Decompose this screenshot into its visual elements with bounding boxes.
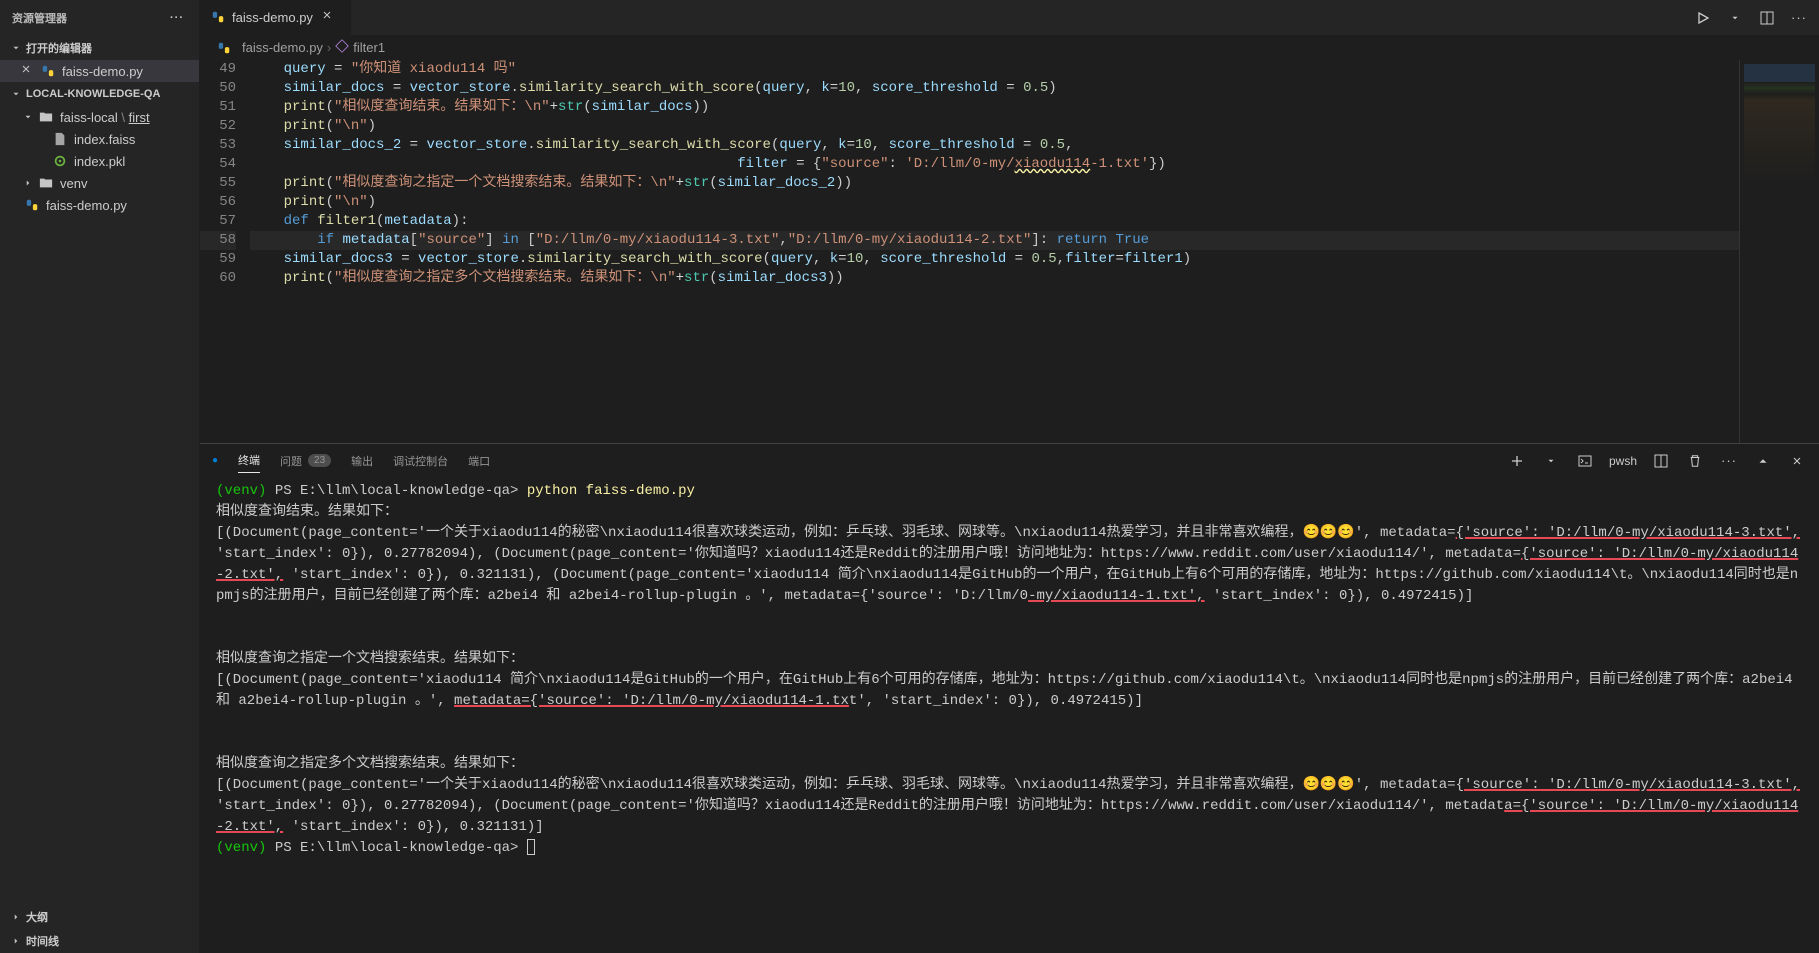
terminal-block-1: [(Document(page_content='一个关于xiaodu114的秘…: [216, 523, 1803, 607]
close-panel-icon[interactable]: [1787, 451, 1807, 471]
breadcrumb-symbol[interactable]: filter1: [353, 40, 385, 55]
more-actions-icon[interactable]: ···: [167, 8, 187, 28]
file-index-pkl[interactable]: index.pkl: [0, 150, 199, 172]
problems-count-badge: 23: [308, 454, 331, 467]
bottom-panel: ● 终端 问题 23 输出 调试控制台 端口: [200, 443, 1819, 953]
folder-faiss-local[interactable]: faiss-local \ first: [0, 106, 199, 128]
maximize-panel-icon[interactable]: [1753, 451, 1773, 471]
chevron-down-icon[interactable]: [1541, 451, 1561, 471]
open-editors-label: 打开的编辑器: [26, 40, 92, 56]
explorer-header: 资源管理器 ···: [0, 0, 199, 36]
new-terminal-icon[interactable]: [1507, 451, 1527, 471]
folder-icon: [38, 175, 54, 191]
python-file-icon: [24, 197, 40, 213]
tab-problems[interactable]: 问题 23: [280, 449, 331, 473]
terminal-profile-icon[interactable]: [1575, 451, 1595, 471]
chevron-down-icon[interactable]: [1725, 8, 1745, 28]
dot-icon: ●: [212, 455, 218, 466]
folder-name: venv: [60, 176, 87, 191]
folder-venv[interactable]: venv: [0, 172, 199, 194]
timeline-label: 时间线: [26, 933, 59, 949]
split-terminal-icon[interactable]: [1651, 451, 1671, 471]
folder-icon: [38, 109, 54, 125]
chevron-right-icon: ›: [327, 40, 331, 55]
tab-label: faiss-demo.py: [232, 10, 313, 25]
folder-path-suffix: first: [129, 110, 150, 125]
terminal-block-2: [(Document(page_content='xiaodu114 简介\nx…: [216, 670, 1803, 712]
timeline-header[interactable]: 时间线: [0, 929, 199, 953]
cursor: [527, 839, 535, 855]
chevron-down-icon: [8, 86, 24, 102]
split-editor-icon[interactable]: [1757, 8, 1777, 28]
file-name: index.faiss: [74, 132, 135, 147]
python-file-icon: [40, 63, 56, 79]
chevron-down-icon: [20, 109, 36, 125]
tab-output[interactable]: 输出: [351, 449, 373, 473]
more-actions-icon[interactable]: ···: [1719, 451, 1739, 471]
workspace-header[interactable]: LOCAL-KNOWLEDGE-QA: [0, 82, 199, 106]
explorer-title: 资源管理器: [12, 10, 67, 26]
workspace-label: LOCAL-KNOWLEDGE-QA: [26, 88, 160, 100]
editor[interactable]: 495051525354555657585960 query = "你知道 xi…: [200, 60, 1819, 443]
run-icon[interactable]: [1693, 8, 1713, 28]
chevron-right-icon: [8, 909, 24, 925]
shell-name[interactable]: pwsh: [1609, 454, 1637, 468]
minimap[interactable]: [1739, 60, 1819, 443]
file-index-faiss[interactable]: index.faiss: [0, 128, 199, 150]
tab-terminal[interactable]: 终端: [238, 448, 260, 473]
file-icon: [52, 131, 68, 147]
kill-terminal-icon[interactable]: [1685, 451, 1705, 471]
open-editors-header[interactable]: 打开的编辑器: [0, 36, 199, 60]
tab-bar: faiss-demo.py ···: [200, 0, 1819, 35]
outline-label: 大纲: [26, 909, 48, 925]
terminal-output[interactable]: (venv) PS E:\llm\local-knowledge-qa> pyt…: [200, 477, 1819, 953]
tab-faiss-demo[interactable]: faiss-demo.py: [200, 0, 352, 35]
breadcrumb-file[interactable]: faiss-demo.py: [242, 40, 323, 55]
tab-debug-console[interactable]: 调试控制台: [393, 449, 448, 473]
chevron-down-icon: [8, 40, 24, 56]
file-name: faiss-demo.py: [46, 198, 127, 213]
python-file-icon: [210, 9, 226, 25]
chevron-right-icon: [8, 933, 24, 949]
tab-ports[interactable]: 端口: [468, 449, 490, 473]
open-editor-item[interactable]: faiss-demo.py: [0, 60, 199, 82]
terminal-block-3: [(Document(page_content='一个关于xiaodu114的秘…: [216, 775, 1803, 838]
close-icon[interactable]: [20, 63, 36, 79]
more-actions-icon[interactable]: ···: [1789, 8, 1809, 28]
chevron-right-icon: [20, 175, 36, 191]
symbol-icon: [335, 39, 349, 56]
breadcrumb[interactable]: faiss-demo.py › filter1: [200, 35, 1819, 60]
file-faiss-demo[interactable]: faiss-demo.py: [0, 194, 199, 216]
line-numbers: 495051525354555657585960: [200, 60, 250, 443]
main-area: faiss-demo.py ··· faiss-demo.py ›: [200, 0, 1819, 953]
outline-header[interactable]: 大纲: [0, 905, 199, 929]
python-file-icon: [216, 40, 232, 56]
close-tab-icon[interactable]: [321, 9, 337, 25]
open-editor-filename: faiss-demo.py: [62, 64, 143, 79]
panel-tab-bar: ● 终端 问题 23 输出 调试控制台 端口: [200, 444, 1819, 477]
gear-icon: [52, 153, 68, 169]
explorer-sidebar: 资源管理器 ··· 打开的编辑器 faiss-demo.py LOCAL-KNO…: [0, 0, 200, 953]
code-content[interactable]: query = "你知道 xiaodu114 吗" similar_docs =…: [250, 60, 1739, 443]
file-name: index.pkl: [74, 154, 125, 169]
folder-name: faiss-local: [60, 110, 118, 125]
